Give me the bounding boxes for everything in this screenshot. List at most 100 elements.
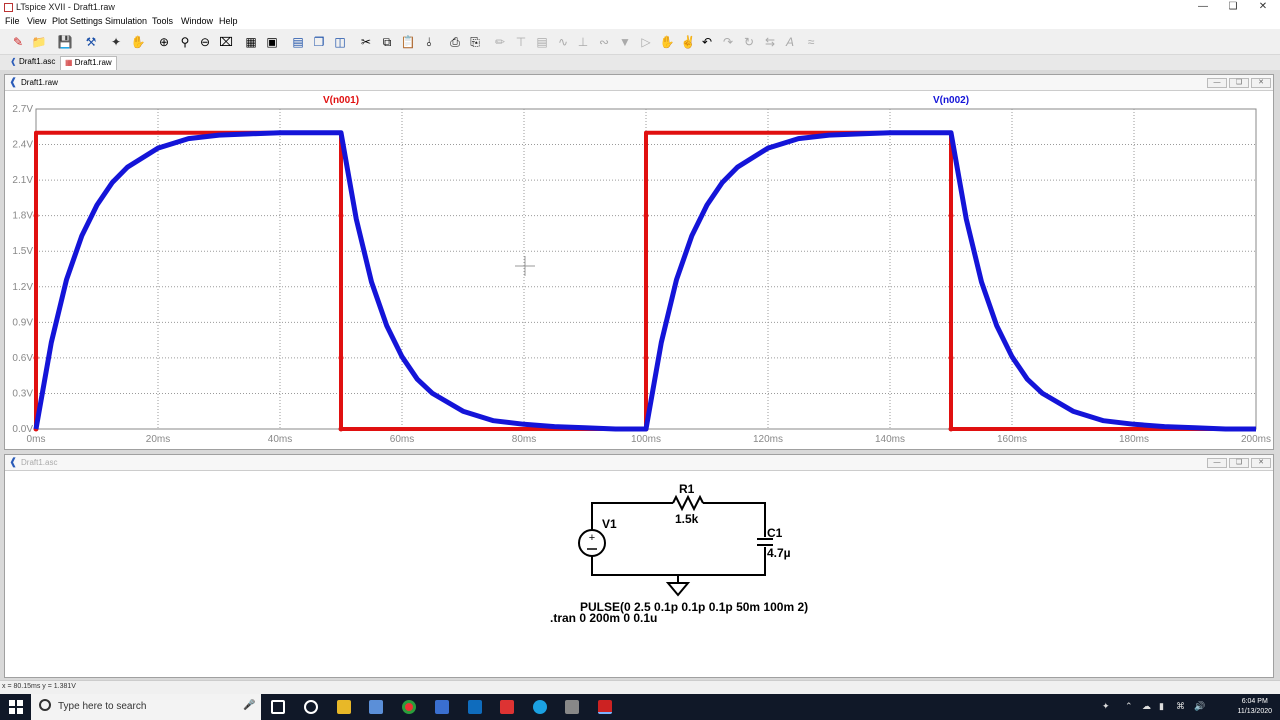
edge-icon[interactable] [533,700,547,714]
r1-name[interactable]: R1 [679,482,695,496]
tray-volume-icon[interactable]: 🔊 [1194,701,1205,712]
tray-battery-icon[interactable]: ▮ [1159,701,1164,712]
schematic-minimize-icon[interactable]: — [1207,458,1227,468]
grid-icon[interactable]: ▣ [264,34,280,50]
cut-icon[interactable]: ✂ [358,34,374,50]
zoom-pan-icon[interactable]: ⚲ [177,34,193,50]
app-icon-blue[interactable] [369,700,383,714]
redo-icon[interactable]: ↷ [720,34,736,50]
pan-hand-icon[interactable]: ✋ [130,34,146,50]
plot-close-icon[interactable]: ✕ [1251,78,1271,88]
menu-file[interactable]: File [5,16,20,26]
menu-window[interactable]: Window [181,16,213,26]
zoom-fit-icon[interactable]: ⌧ [218,34,234,50]
cortana-icon[interactable] [304,700,318,714]
tile-vertical-icon[interactable]: ◫ [332,34,348,50]
microphone-icon[interactable]: 🎤 [243,700,255,711]
move-icon[interactable]: ✋ [659,34,675,50]
copy-icon[interactable]: ⧉ [379,34,395,50]
y-tick-label: 1.8V [12,211,33,222]
open-folder-icon[interactable]: 📁 [31,34,47,50]
tile-horizontal-icon[interactable]: ▤ [290,34,306,50]
tray-app-icon[interactable]: ✦ [1102,701,1110,712]
resistor-icon[interactable]: ∿ [555,34,571,50]
menu-tools[interactable]: Tools [152,16,173,26]
ground-icon[interactable]: ⊤ [513,34,529,50]
plot-restore-icon[interactable]: ❑ [1229,78,1249,88]
file-explorer-icon[interactable] [337,700,351,714]
calculator-icon[interactable] [435,700,449,714]
schematic-restore-icon[interactable]: ❑ [1229,458,1249,468]
taskbar-search-box[interactable]: Type here to search 🎤 [31,694,261,720]
y-tick-label: 0.3V [12,388,33,399]
cascade-icon[interactable]: ❐ [311,34,327,50]
windows-start-icon[interactable] [9,700,23,714]
search-input[interactable]: Type here to search [58,701,146,712]
tray-cloud-icon[interactable]: ☁ [1142,701,1151,712]
app-icon-gray[interactable] [565,700,579,714]
capacitor-icon[interactable]: ⊥ [575,34,591,50]
chrome-icon[interactable] [402,700,416,714]
close-icon[interactable]: ✕ [1248,0,1278,14]
autorange-icon[interactable]: ▦ [243,34,259,50]
taskbar-clock[interactable]: 6:04 PM 11/13/2020 [1237,697,1272,717]
menu-simulation[interactable]: Simulation [105,16,147,26]
task-view-icon[interactable] [271,700,285,714]
paste-icon[interactable]: 📋 [400,34,416,50]
x-tick-label: 60ms [390,434,414,445]
tran-directive[interactable]: .tran 0 200m 0 0.1u [550,611,657,625]
resistor-r1-symbol[interactable] [672,494,704,512]
mdi-workspace: ❰ Draft1.raw — ❑ ✕ 0ms 20ms 40ms 60ms 80ms 10… [0,70,1280,680]
tray-wifi-icon[interactable]: ⌘ [1176,701,1185,712]
outlook-icon[interactable] [468,700,482,714]
inductor-icon[interactable]: ∾ [596,34,612,50]
clock-time: 6:04 PM [1241,698,1268,705]
label-net-icon[interactable]: ▤ [534,34,550,50]
schematic-close-icon[interactable]: ✕ [1251,458,1271,468]
drag-icon[interactable]: ✌ [680,34,696,50]
schematic-window[interactable]: ❰ Draft1.asc — ❑ ✕ + R1 1.5k C1 4.7µ V1 … [4,454,1274,678]
trace-label-v-n002[interactable]: V(n002) [933,95,969,106]
print-setup-icon[interactable]: ⎘ [467,34,483,50]
undo-icon[interactable]: ↶ [699,34,715,50]
x-tick-label: 120ms [753,434,783,445]
ltspice-taskbar-icon[interactable] [598,700,612,714]
plot-minimize-icon[interactable]: — [1207,78,1227,88]
ground-symbol[interactable] [665,582,691,597]
zoom-out-icon[interactable]: ⊖ [197,34,213,50]
zoom-in-icon[interactable]: ⊕ [156,34,172,50]
menu-plot-settings[interactable]: Plot Settings [52,16,103,26]
menu-view[interactable]: View [27,16,46,26]
run-icon[interactable]: ✦ [108,34,124,50]
save-icon[interactable]: 💾 [57,34,73,50]
component-icon[interactable]: ▷ [638,34,654,50]
waveform-plot[interactable]: 0ms 20ms 40ms 60ms 80ms 100ms 120ms 140ms 160ms 1… [5,91,1273,449]
mirror-icon[interactable]: ⇆ [762,34,778,50]
trace-label-v-n001[interactable]: V(n001) [323,95,359,106]
voltage-source-v1-symbol[interactable]: + [578,529,606,557]
r1-value[interactable]: 1.5k [675,512,699,526]
c1-name[interactable]: C1 [767,526,783,540]
trace-marker [948,426,954,432]
windows-taskbar: Type here to search 🎤 ✦ ⌃ ☁ ▮ ⌘ 🔊 6:04 P… [0,694,1280,720]
tray-chevron-icon[interactable]: ⌃ [1125,701,1133,712]
text-icon[interactable]: A [782,34,798,50]
print-icon[interactable]: ⎙ [447,34,463,50]
schematic-canvas[interactable]: + R1 1.5k C1 4.7µ V1 PULSE(0 2.5 0.1p 0.… [5,471,1273,677]
acrobat-icon[interactable] [500,700,514,714]
draw-wire-icon[interactable]: ✏ [492,34,508,50]
plot-window[interactable]: ❰ Draft1.raw — ❑ ✕ 0ms 20ms 40ms 60ms 80ms 10… [4,74,1274,450]
rotate-icon[interactable]: ↻ [741,34,757,50]
restore-icon[interactable]: ❑ [1218,0,1248,14]
minimize-icon[interactable]: — [1188,0,1218,14]
v1-name[interactable]: V1 [602,517,617,531]
tab-draft1-raw[interactable]: ▦ Draft1.raw [60,56,117,70]
control-panel-icon[interactable]: ⚒ [83,34,99,50]
spice-directive-icon[interactable]: ≈ [803,34,819,50]
tab-draft1-asc[interactable]: ❰ Draft1.asc [6,56,59,70]
menu-help[interactable]: Help [219,16,238,26]
find-icon[interactable]: ⫰ [421,34,437,50]
c1-value[interactable]: 4.7µ [767,546,791,560]
new-schematic-icon[interactable]: ✎ [10,34,26,50]
diode-icon[interactable]: ▼ [617,34,633,50]
